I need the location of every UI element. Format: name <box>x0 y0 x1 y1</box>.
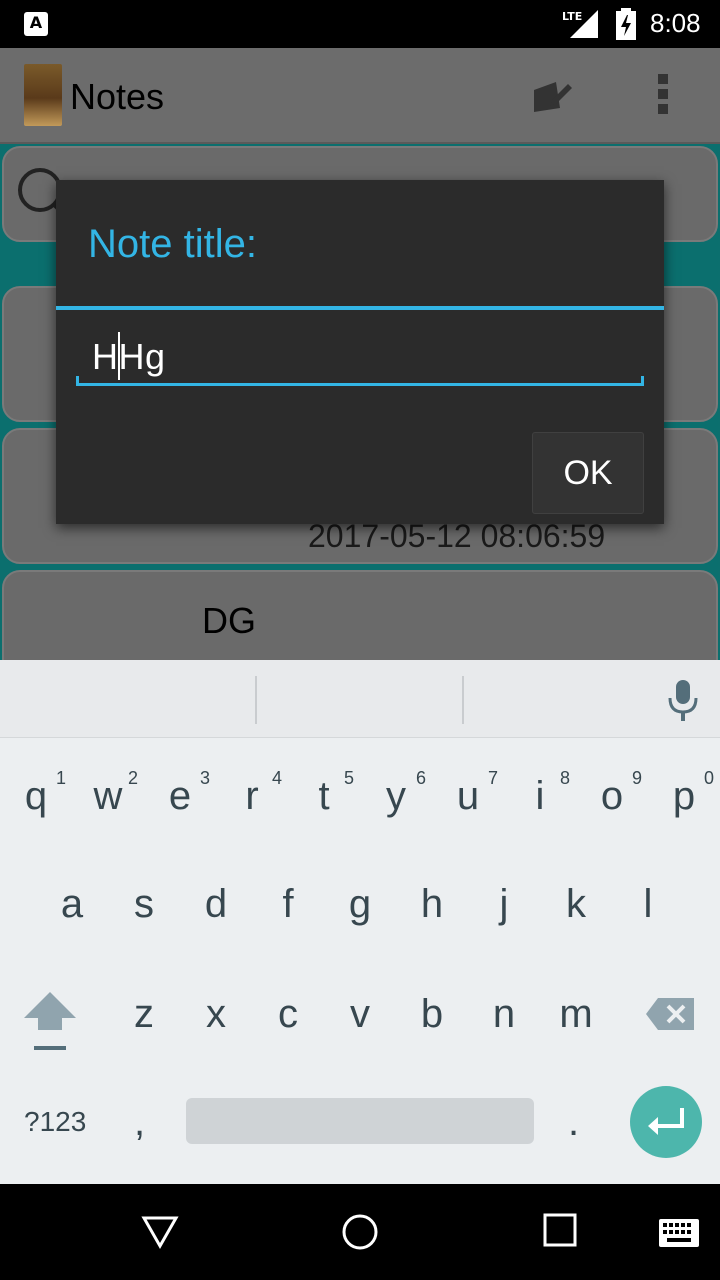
key-i[interactable]: 8i <box>504 768 576 819</box>
key-p[interactable]: 0p <box>648 768 720 819</box>
key-k[interactable]: k <box>540 882 612 927</box>
mic-icon[interactable] <box>664 678 702 722</box>
key-l[interactable]: l <box>612 882 684 927</box>
key-q[interactable]: 1q <box>0 768 72 819</box>
key-hint: 0 <box>703 768 714 788</box>
overflow-menu-icon[interactable] <box>656 74 670 118</box>
suggestion-divider <box>255 676 257 724</box>
backspace-icon[interactable] <box>644 996 696 1032</box>
key-m[interactable]: m <box>540 992 612 1037</box>
new-note-icon[interactable] <box>530 78 572 114</box>
key-d[interactable]: d <box>180 882 252 927</box>
symbols-key[interactable]: ?123 <box>24 1106 86 1138</box>
text-cursor <box>118 332 120 380</box>
key-j[interactable]: j <box>468 882 540 927</box>
key-v[interactable]: v <box>324 992 396 1037</box>
key-g[interactable]: g <box>324 882 396 927</box>
list-item[interactable]: DG <box>2 570 718 660</box>
recents-icon[interactable] <box>542 1212 578 1248</box>
dialog-divider <box>56 306 664 310</box>
space-key[interactable] <box>186 1098 534 1144</box>
key-hint: 8 <box>559 768 570 788</box>
key-hint: 4 <box>271 768 282 788</box>
soft-keyboard: 1q2w3e4r5t6y7u8i9o0p asdfghjkl zxcvbnm ?… <box>0 660 720 1184</box>
key-hint: 7 <box>487 768 498 788</box>
note-title: DG <box>202 600 256 641</box>
app-logo-icon <box>24 64 62 126</box>
enter-key[interactable] <box>630 1086 702 1158</box>
suggestion-strip <box>0 660 720 738</box>
key-n[interactable]: n <box>468 992 540 1037</box>
key-t[interactable]: 5t <box>288 768 360 819</box>
back-icon[interactable] <box>140 1212 180 1252</box>
key-hint: 9 <box>631 768 642 788</box>
key-b[interactable]: b <box>396 992 468 1037</box>
keyboard-switch-icon[interactable] <box>658 1218 700 1248</box>
note-title-input-value: HHg <box>92 336 166 377</box>
comma-key[interactable]: , <box>134 1100 145 1145</box>
key-hint: 5 <box>343 768 354 788</box>
action-bar: Notes <box>0 48 720 144</box>
key-e[interactable]: 3e <box>144 768 216 819</box>
key-hint: 1 <box>55 768 66 788</box>
period-key[interactable]: . <box>568 1100 579 1145</box>
app-title: Notes <box>70 76 165 117</box>
status-bar: A LTE 8:08 <box>0 0 720 48</box>
dialog-title: Note title: <box>88 222 257 266</box>
key-u[interactable]: 7u <box>432 768 504 819</box>
note-title-dialog: Note title: HHg OK <box>56 180 664 524</box>
note-title-input[interactable]: HHg <box>76 330 644 386</box>
shift-icon[interactable] <box>22 990 78 1054</box>
clock: 8:08 <box>650 8 701 38</box>
home-icon[interactable] <box>340 1212 380 1252</box>
lte-signal-icon <box>570 10 598 38</box>
key-hint: 3 <box>199 768 210 788</box>
key-y[interactable]: 6y <box>360 768 432 819</box>
key-c[interactable]: c <box>252 992 324 1037</box>
navigation-bar <box>0 1184 720 1280</box>
key-h[interactable]: h <box>396 882 468 927</box>
key-w[interactable]: 2w <box>72 768 144 819</box>
key-o[interactable]: 9o <box>576 768 648 819</box>
battery-charging-icon <box>616 8 636 40</box>
key-r[interactable]: 4r <box>216 768 288 819</box>
notification-a-icon: A <box>24 12 48 36</box>
key-z[interactable]: z <box>108 992 180 1037</box>
key-a[interactable]: a <box>36 882 108 927</box>
ok-button[interactable]: OK <box>532 432 644 514</box>
key-x[interactable]: x <box>180 992 252 1037</box>
key-hint: 2 <box>127 768 138 788</box>
suggestion-divider <box>462 676 464 724</box>
key-s[interactable]: s <box>108 882 180 927</box>
key-hint: 6 <box>415 768 426 788</box>
key-f[interactable]: f <box>252 882 324 927</box>
enter-icon <box>648 1108 684 1135</box>
